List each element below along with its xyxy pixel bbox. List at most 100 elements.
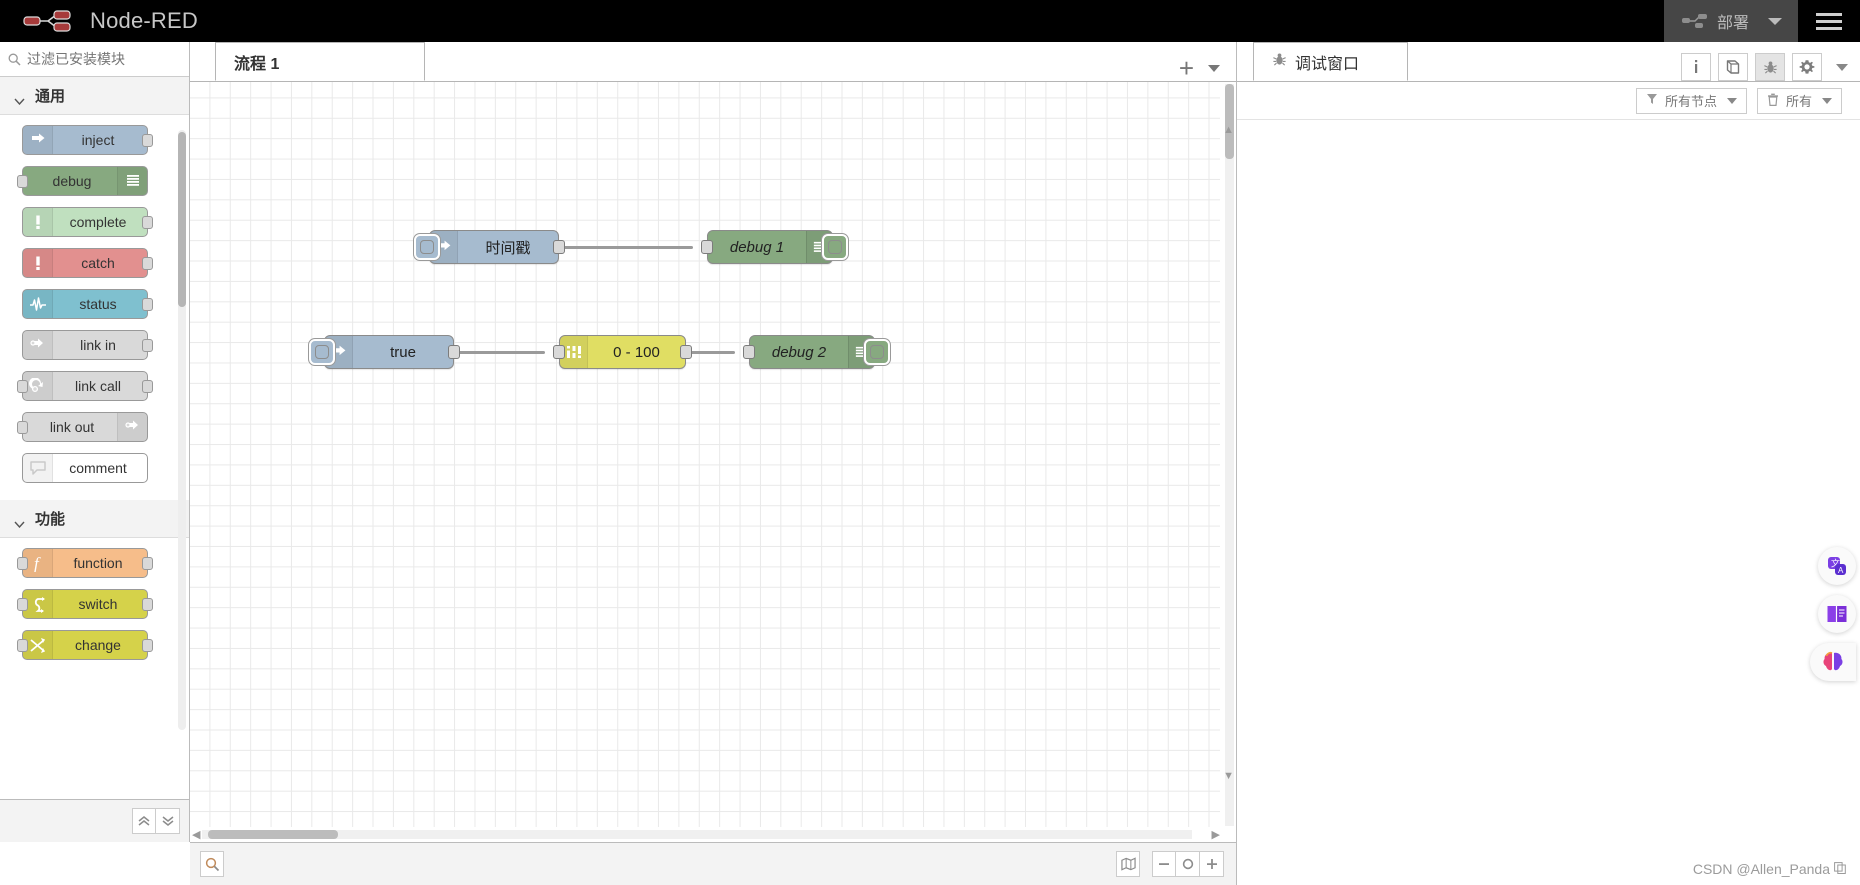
deploy-button[interactable]: 部署 <box>1663 0 1798 42</box>
statusbar-left <box>200 851 224 877</box>
palette-node-complete[interactable]: complete <box>22 207 153 237</box>
zoom-out-icon[interactable] <box>1152 851 1176 877</box>
filter-nodes-button[interactable]: 所有节点 <box>1635 87 1747 114</box>
palette-node-link-in[interactable]: link in <box>22 330 153 360</box>
deploy-logo-icon <box>1681 13 1708 29</box>
palette-node-status[interactable]: status <box>22 289 153 319</box>
debug-tabrow: 调试窗口 <box>1237 42 1860 82</box>
search-icon[interactable] <box>200 851 224 877</box>
svg-text:A: A <box>1838 566 1844 575</box>
node-red-app: Node-RED 部署 过滤已安装模块 通用 inject debug comp… <box>0 0 1860 885</box>
inject-trigger-button[interactable] <box>414 234 440 260</box>
output-port <box>142 380 153 393</box>
palette-node-label: debug <box>52 173 92 189</box>
chevron-double-down-icon[interactable] <box>156 808 180 834</box>
palette-node-comment[interactable]: comment <box>22 453 148 483</box>
workspace: 流程 1 + 时间戳 debug 1 true 0 - 100 debug 2 … <box>190 42 1236 842</box>
debug-message-list[interactable] <box>1237 120 1860 820</box>
input-port[interactable] <box>701 240 713 254</box>
info-icon[interactable] <box>1681 53 1711 81</box>
input-port[interactable] <box>553 345 565 359</box>
output-port <box>142 216 153 229</box>
flow-node-inject-true[interactable]: true <box>309 335 460 369</box>
palette-node-label: link out <box>49 419 95 435</box>
output-port[interactable] <box>680 345 692 359</box>
ai-brain-icon[interactable] <box>1810 643 1856 681</box>
pulse-wave-icon <box>23 290 53 318</box>
palette-node-switch[interactable]: switch <box>17 589 153 619</box>
palette-node-link-call[interactable]: link call <box>17 371 153 401</box>
flow-node-label: 时间戳 <box>485 239 531 257</box>
output-port[interactable] <box>553 240 565 254</box>
palette-node-function[interactable]: f function <box>17 548 153 578</box>
palette-node-link-out[interactable]: link out <box>17 412 148 442</box>
scroll-left-icon[interactable]: ◀ <box>192 828 200 841</box>
output-port <box>142 134 153 147</box>
palette-scrollbar-thumb[interactable] <box>178 132 186 307</box>
palette-node-list-function: f function switch change <box>0 538 189 677</box>
flow-node-debug-1[interactable]: debug 1 <box>701 230 848 264</box>
tabbar-actions: + <box>1179 55 1236 81</box>
input-port[interactable] <box>743 345 755 359</box>
flow-node-label: debug 2 <box>771 343 827 361</box>
inject-trigger-button[interactable] <box>309 339 335 365</box>
debug-filter-row: 所有节点 所有 <box>1237 82 1860 120</box>
flow-tab-1[interactable]: 流程 1 <box>215 42 425 81</box>
chevron-down-icon[interactable] <box>1836 63 1848 71</box>
palette-category-label: 通用 <box>35 88 66 105</box>
scroll-right-icon[interactable]: ▶ <box>1212 828 1220 841</box>
chevron-down-icon[interactable] <box>1208 64 1220 72</box>
canvas-hscrollbar-track[interactable] <box>202 830 1192 839</box>
link-out-icon <box>117 413 147 441</box>
plus-icon[interactable]: + <box>1179 55 1194 81</box>
palette-node-label: status <box>79 296 117 312</box>
translate-icon[interactable]: 文 A <box>1818 547 1856 585</box>
flow-node-range[interactable]: 0 - 100 <box>553 335 692 369</box>
chevron-down-icon[interactable] <box>1768 17 1782 25</box>
canvas-hscrollbar-thumb[interactable] <box>208 830 338 839</box>
hamburger-menu-icon[interactable] <box>1798 0 1860 42</box>
flow-node-label: debug 1 <box>729 238 785 256</box>
scroll-down-icon[interactable]: ▼ <box>1223 770 1234 782</box>
flow-canvas[interactable]: 时间戳 debug 1 true 0 - 100 debug 2 <box>190 82 1220 827</box>
input-port <box>17 421 28 434</box>
palette-node-list-common: inject debug complete catch status link … <box>0 115 189 500</box>
gear-icon[interactable] <box>1792 53 1822 81</box>
navigator-map-icon[interactable] <box>1116 851 1140 877</box>
palette-category-function[interactable]: 功能 <box>0 500 189 538</box>
chevron-down-icon <box>1726 97 1737 104</box>
palette-search[interactable] <box>0 42 189 77</box>
tab-debug-window[interactable]: 调试窗口 <box>1253 42 1408 81</box>
palette-category-common[interactable]: 通用 <box>0 77 189 115</box>
input-port <box>17 380 28 393</box>
flow-node-label: true <box>390 343 416 361</box>
chevron-double-up-icon[interactable] <box>132 808 156 834</box>
palette-node-change[interactable]: change <box>17 630 153 660</box>
debug-toggle-button[interactable] <box>864 339 890 365</box>
debug-toggle-button[interactable] <box>822 234 848 260</box>
book-icon[interactable] <box>1718 53 1748 81</box>
palette-node-catch[interactable]: catch <box>22 248 153 278</box>
palette-node-debug[interactable]: debug <box>17 166 148 196</box>
flow-node-label: 0 - 100 <box>613 343 660 361</box>
bug-icon <box>1272 52 1287 72</box>
copy-icon <box>1834 861 1846 877</box>
canvas-vscrollbar-thumb[interactable] <box>1225 84 1234 159</box>
output-port[interactable] <box>448 345 460 359</box>
palette-node-label: inject <box>81 132 115 148</box>
zoom-controls <box>1152 851 1224 877</box>
search-input[interactable] <box>27 51 181 67</box>
palette-node-inject[interactable]: inject <box>22 125 153 155</box>
clear-messages-button[interactable]: 所有 <box>1756 87 1842 114</box>
dictionary-book-icon[interactable] <box>1818 595 1856 633</box>
watermark-text: CSDN @Allen_Panda <box>1692 861 1830 877</box>
flow-node-debug-2[interactable]: debug 2 <box>743 335 890 369</box>
zoom-reset-icon[interactable] <box>1176 851 1200 877</box>
canvas-vscrollbar-track[interactable] <box>1225 84 1234 826</box>
chevron-down-icon <box>14 92 25 106</box>
palette-sidebar: 通用 inject debug <box>0 42 190 842</box>
scroll-up-icon[interactable]: ▲ <box>1223 124 1234 136</box>
flow-node-inject-timestamp[interactable]: 时间戳 <box>414 230 565 264</box>
bug-icon[interactable] <box>1755 53 1785 81</box>
zoom-in-icon[interactable] <box>1200 851 1224 877</box>
